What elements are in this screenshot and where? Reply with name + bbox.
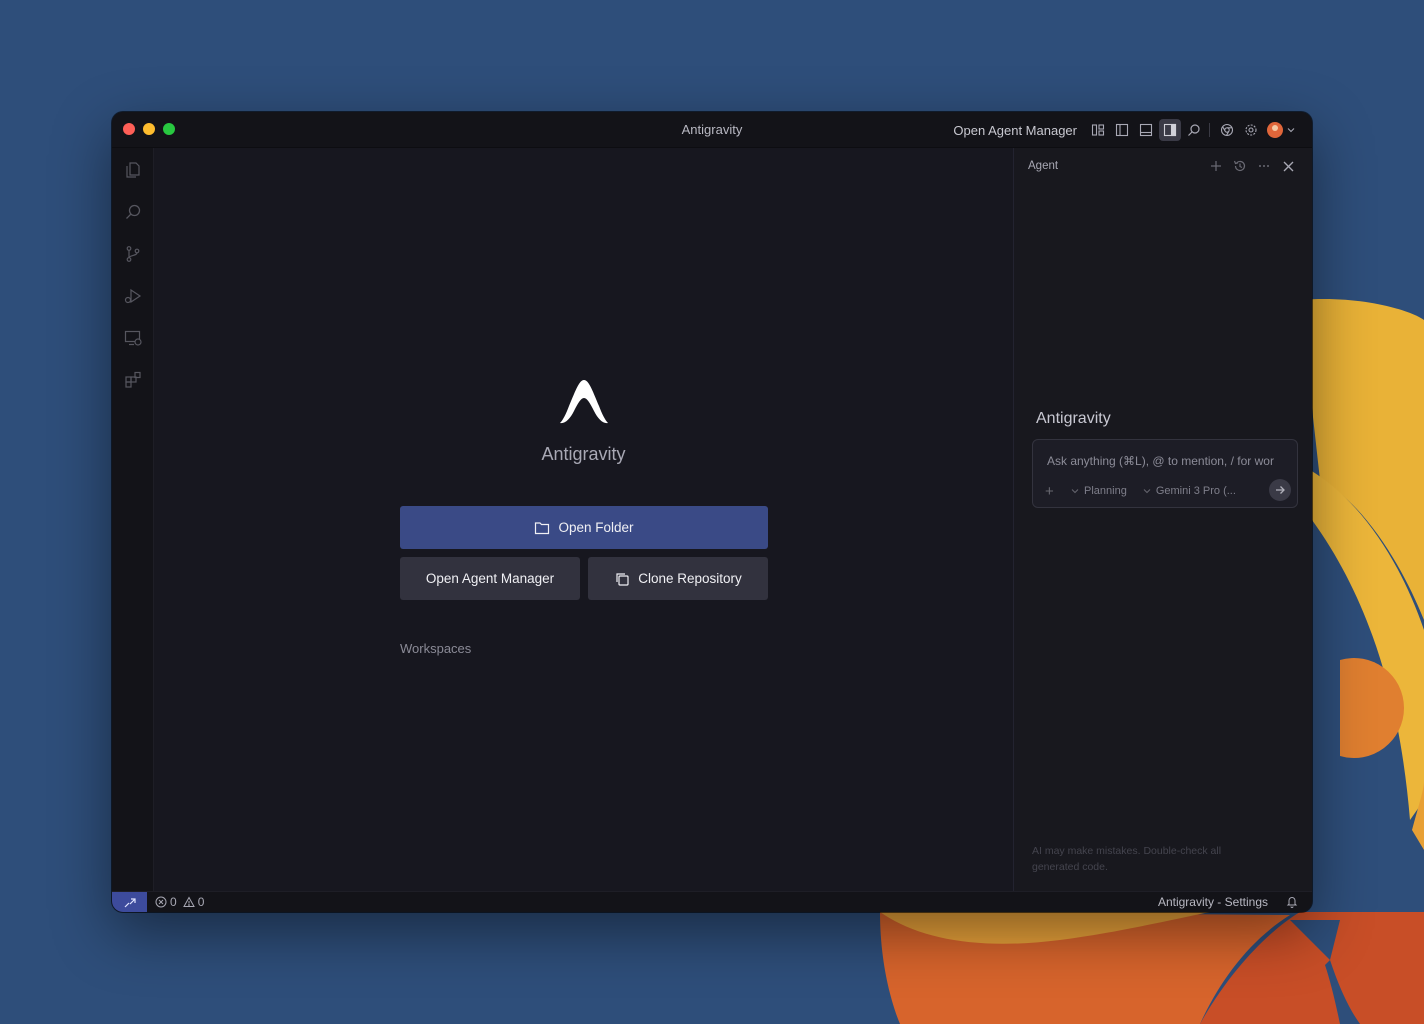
welcome-editor: Antigravity Open Folder Open Agent Manag…	[154, 148, 1013, 891]
model-label: Gemini 3 Pro (...	[1155, 485, 1236, 497]
open-folder-button[interactable]: Open Folder	[400, 506, 768, 549]
layout-icon[interactable]	[1087, 119, 1109, 141]
app-window: Antigravity Open Agent Manager Antigravi…	[112, 112, 1312, 912]
chevron-down-icon	[1287, 128, 1294, 133]
welcome-app-name: Antigravity	[541, 444, 626, 464]
titlebar-actions: Open Agent Manager	[953, 119, 1298, 141]
error-icon	[155, 896, 167, 908]
new-chat-icon[interactable]	[1204, 156, 1228, 176]
status-bar: 0 0 Antigravity - Settings	[112, 891, 1312, 912]
agent-panel-title: Antigravity	[1036, 410, 1111, 427]
remote-icon	[124, 897, 136, 907]
mode-selector[interactable]: Planning	[1071, 485, 1127, 497]
remote-explorer-icon[interactable]	[123, 328, 143, 348]
open-agent-manager-button[interactable]: Open Agent Manager	[400, 557, 580, 600]
close-panel-icon[interactable]	[1276, 156, 1300, 176]
agent-panel: Agent Antigravity Ask anything (⌘L), @ t…	[1013, 148, 1312, 891]
clone-repository-label: Clone Repository	[638, 571, 742, 586]
chat-input-placeholder[interactable]: Ask anything (⌘L), @ to mention, / for w…	[1047, 454, 1287, 468]
warning-icon	[182, 896, 195, 907]
add-context-button[interactable]: +	[1045, 483, 1059, 500]
warning-count: 0	[197, 895, 205, 909]
folder-icon	[535, 521, 550, 534]
send-button[interactable]	[1269, 479, 1291, 501]
titlebar-divider	[1209, 123, 1210, 137]
ai-disclaimer: AI may make mistakes. Double-check all g…	[1032, 845, 1222, 873]
agent-chat-input[interactable]: Ask anything (⌘L), @ to mention, / for w…	[1032, 439, 1298, 508]
arrow-right-icon	[1276, 486, 1285, 494]
chat-input-toolbar: + Planning Gemini 3 Pro (...	[1045, 482, 1289, 500]
history-icon[interactable]	[1228, 156, 1252, 176]
clone-icon	[616, 572, 629, 586]
model-selector[interactable]: Gemini 3 Pro (...	[1143, 485, 1236, 497]
search-icon[interactable]	[1183, 119, 1205, 141]
account-avatar[interactable]	[1264, 119, 1298, 141]
antigravity-logo-icon	[560, 380, 608, 424]
search-icon[interactable]	[123, 202, 143, 222]
clone-repository-button[interactable]: Clone Repository	[588, 557, 768, 600]
chrome-icon[interactable]	[1216, 119, 1238, 141]
error-count: 0	[170, 895, 177, 909]
more-options-icon[interactable]	[1252, 156, 1276, 176]
extensions-icon[interactable]	[123, 370, 143, 390]
notifications-bell-icon[interactable]	[1286, 895, 1298, 912]
open-agent-manager-label: Open Agent Manager	[425, 571, 555, 586]
chevron-down-icon	[1071, 489, 1079, 494]
remote-indicator[interactable]	[112, 892, 147, 912]
agent-panel-actions	[1204, 156, 1300, 176]
activity-bar	[112, 148, 154, 891]
avatar-image	[1266, 122, 1283, 138]
titlebar: Antigravity Open Agent Manager	[112, 112, 1312, 148]
mode-label: Planning	[1084, 485, 1127, 497]
workspaces-heading: Workspaces	[400, 641, 472, 656]
toggle-primary-sidebar-icon[interactable]	[1111, 119, 1133, 141]
open-folder-label: Open Folder	[558, 520, 634, 535]
source-control-icon[interactable]	[123, 244, 143, 264]
chevron-down-icon	[1143, 489, 1151, 494]
toggle-secondary-sidebar-icon[interactable]	[1159, 119, 1181, 141]
explorer-icon[interactable]	[123, 160, 143, 180]
agent-panel-header: Agent	[1028, 160, 1059, 172]
settings-status-item[interactable]: Antigravity - Settings	[1158, 895, 1268, 909]
problems-indicator[interactable]: 0 0	[155, 895, 210, 909]
run-debug-icon[interactable]	[123, 286, 143, 306]
toggle-panel-icon[interactable]	[1135, 119, 1157, 141]
open-agent-manager-link[interactable]: Open Agent Manager	[953, 123, 1077, 138]
settings-gear-icon[interactable]	[1240, 119, 1262, 141]
